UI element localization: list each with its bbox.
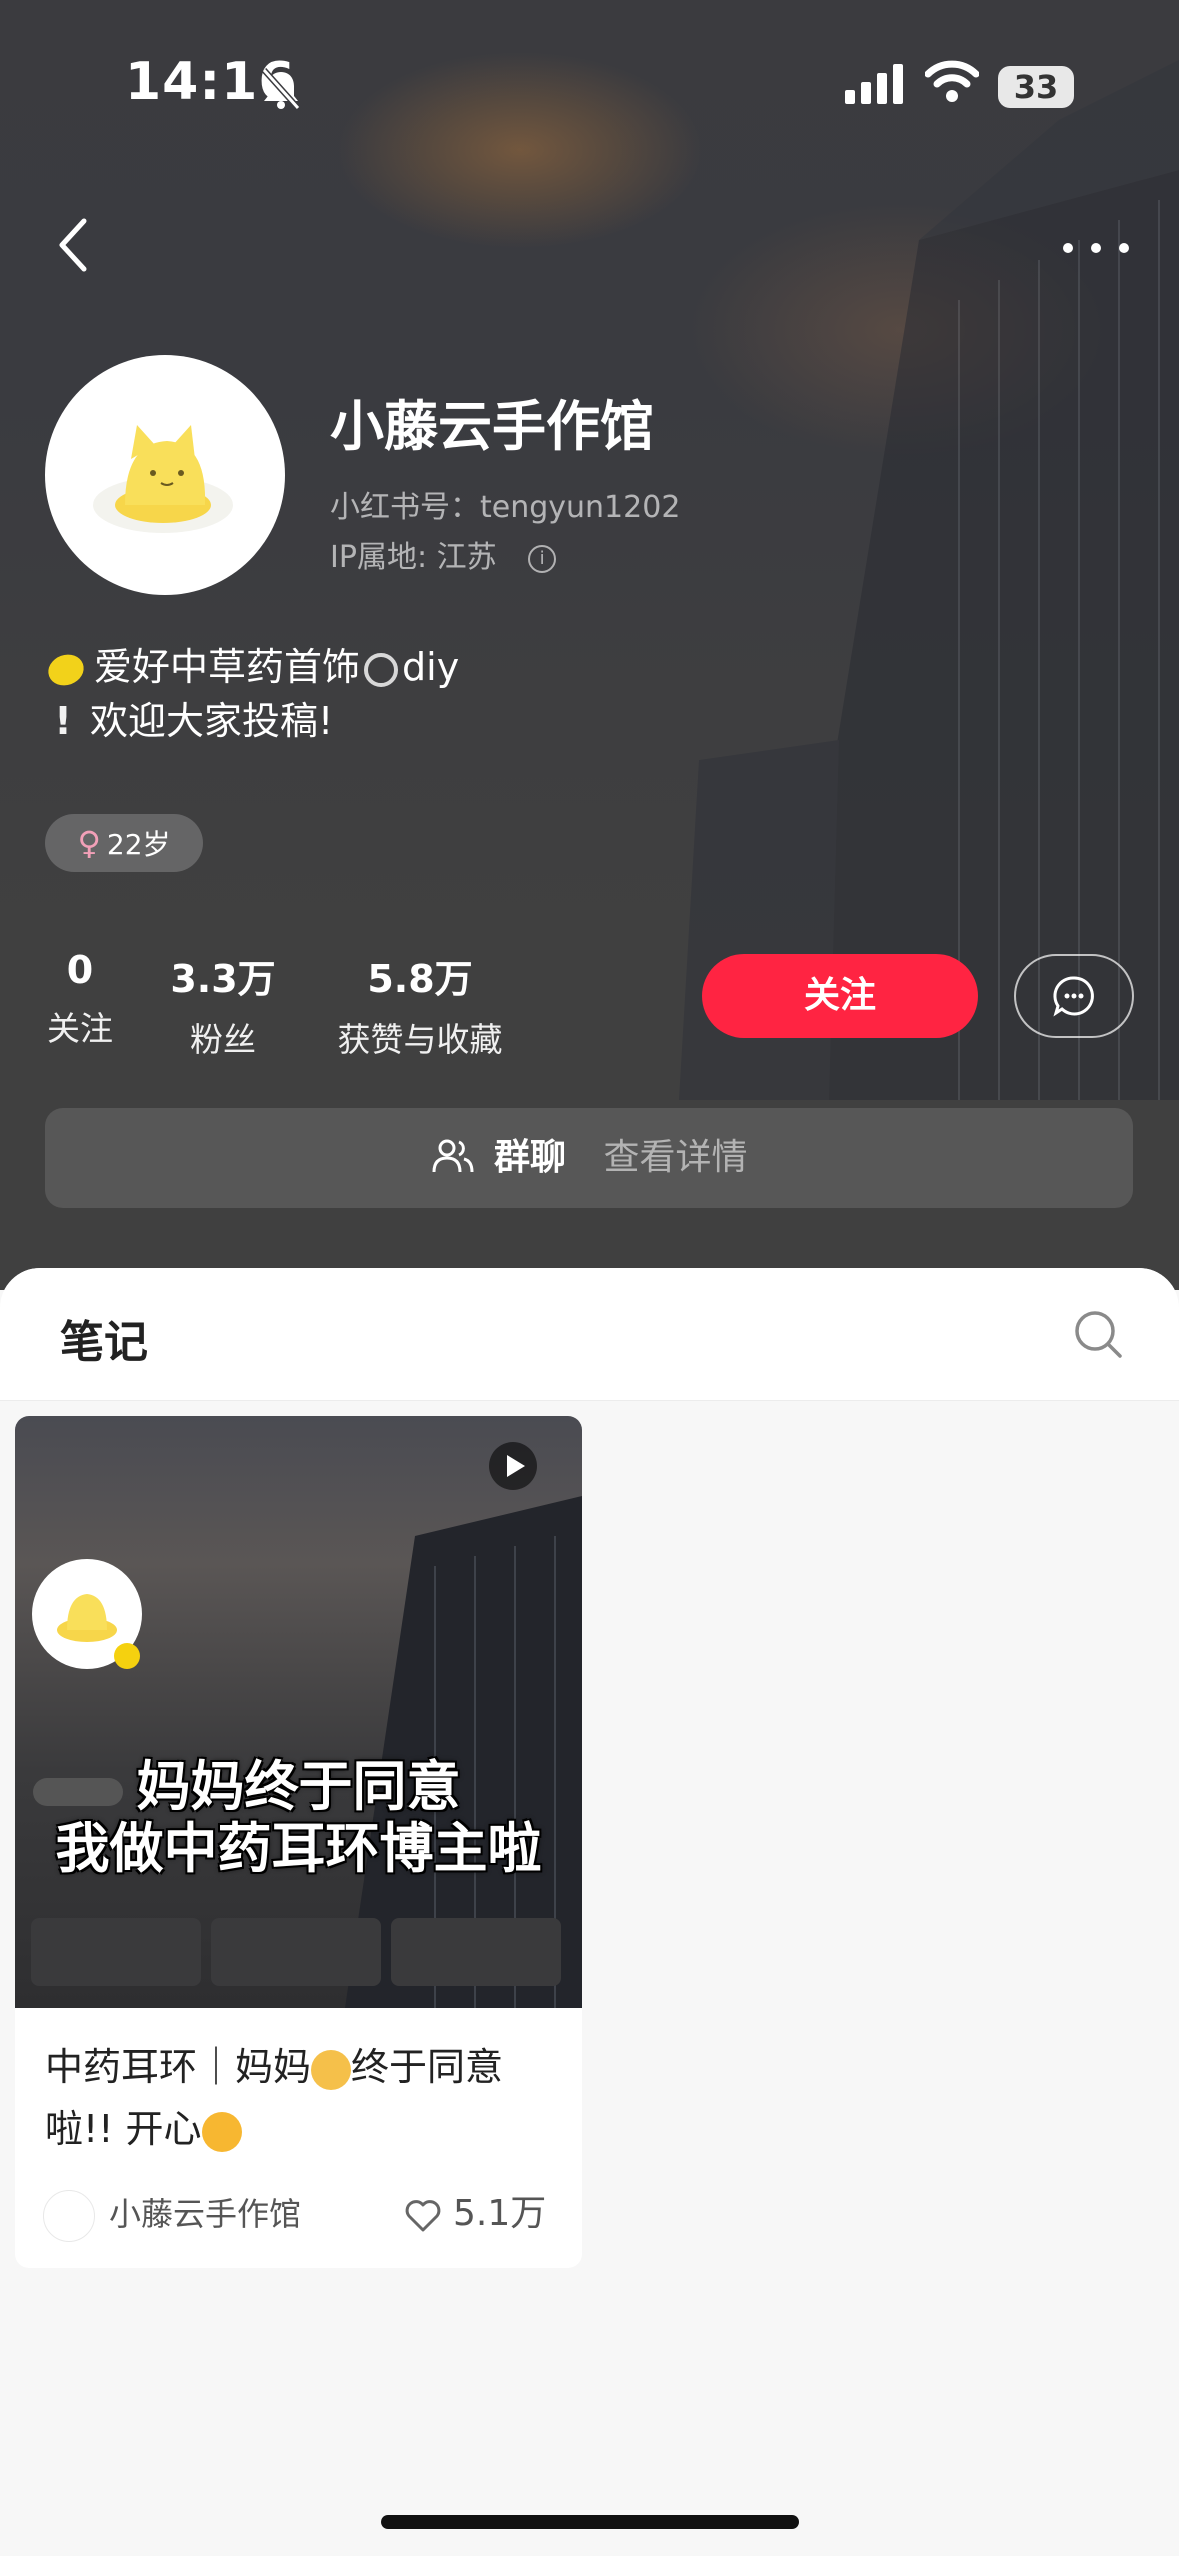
author-avatar [43,2190,95,2242]
stat-value: 5.8万 [367,957,473,1001]
notes-tab-bar: 笔记 [0,1268,1179,1401]
note-author[interactable]: 小藤云手作馆 [43,2186,301,2242]
stat-value: 3.3万 [170,957,276,1001]
more-options-icon[interactable] [1060,228,1132,268]
ip-location-text: IP属地: 江苏 [330,540,497,575]
redbook-id[interactable]: 小红书号：tengyun1202 [330,482,680,526]
cat-avatar-icon [93,425,233,533]
avatar[interactable] [45,355,285,595]
group-chat-label: 群聊 [493,1137,566,1178]
party-face-emoji-icon [201,2111,242,2152]
message-button[interactable] [1014,954,1134,1038]
stat-label: 粉丝 [190,1020,256,1059]
battery-indicator: 33 [998,66,1074,108]
notes-section: 笔记 妈妈终于同意 我做中药耳环博主啦 中药耳环｜妈妈 终于同意啦!! 开心 小… [0,1268,1179,2556]
female-icon: ♀ [77,824,101,862]
home-indicator[interactable] [381,2515,799,2529]
search-icon[interactable] [1072,1308,1124,1360]
note-thumbnail[interactable]: 妈妈终于同意 我做中药耳环博主啦 [15,1416,582,2008]
group-chat-bar[interactable]: 群聊 查看详情 [45,1108,1133,1208]
group-people-icon [432,1139,474,1173]
profile-name: 小藤云手作馆 [330,395,654,458]
info-icon[interactable]: i [528,544,557,573]
age-gender-tag: ♀ 22岁 [45,814,203,872]
wifi-icon [925,60,979,102]
bio-line-1-text: 爱好中草药首饰 [94,645,361,689]
bio-line-1-tail: diy [402,645,460,689]
thumbnail-caption-line-1: 妈妈终于同意 [136,1755,461,1818]
note-title-part-1: 中药耳环｜妈妈 [45,2045,312,2089]
stat-following[interactable]: 0 关注 [44,948,116,1050]
stat-likes-collections[interactable]: 5.8万 获赞与收藏 [325,948,515,1061]
like-count: 5.1万 [453,2193,547,2234]
thumbnail-caption-line-2: 我做中药耳环博主啦 [55,1817,542,1880]
lemon-emoji-icon [43,649,89,690]
screenshot-thumbnail-image [31,1496,582,2008]
heart-icon [405,2200,441,2232]
profile-header-background: 14:16 33 小藤云手作馆 小红书号：tengyun1202 IP属地: 江… [0,0,1179,1290]
stat-followers[interactable]: 3.3万 粉丝 [160,948,286,1061]
video-play-icon [489,1442,537,1490]
ring-emoji-icon [364,652,399,687]
note-card[interactable]: 妈妈终于同意 我做中药耳环博主啦 中药耳环｜妈妈 终于同意啦!! 开心 小藤云手作… [15,1416,582,2268]
thumbnail-caption: 妈妈终于同意 我做中药耳环博主啦 [15,1756,582,1880]
chat-bubble-icon [1053,976,1094,1017]
like-button[interactable]: 5.1万 [403,2186,546,2242]
follow-button[interactable]: 关注 [702,954,978,1038]
tab-notes[interactable]: 笔记 [60,1306,148,1370]
author-name: 小藤云手作馆 [109,2195,302,2233]
profile-bio: 爱好中草药首饰 diy ! 欢迎大家投稿! [43,640,460,748]
silent-bell-icon [261,67,301,111]
stat-label: 关注 [47,1009,113,1048]
bio-line-2: ! 欢迎大家投稿! [48,694,459,748]
note-title: 中药耳环｜妈妈 终于同意啦!! 开心 [45,2036,555,2160]
group-chat-detail: 查看详情 [603,1137,748,1178]
stat-label: 获赞与收藏 [337,1020,503,1059]
back-arrow-icon[interactable] [50,215,100,275]
ip-location: IP属地: 江苏 i [330,532,557,576]
cellular-signal-icon [845,64,903,104]
bio-line-1: 爱好中草药首饰 diy [43,640,460,694]
woman-emoji-icon [311,2049,352,2090]
bio-line-2-text: 欢迎大家投稿! [90,699,334,743]
age-tag-text: 22岁 [106,828,171,861]
stat-value: 0 [66,948,94,992]
exclamation-emoji-icon: ! [54,699,72,743]
status-bar: 14:16 33 [0,0,1179,170]
